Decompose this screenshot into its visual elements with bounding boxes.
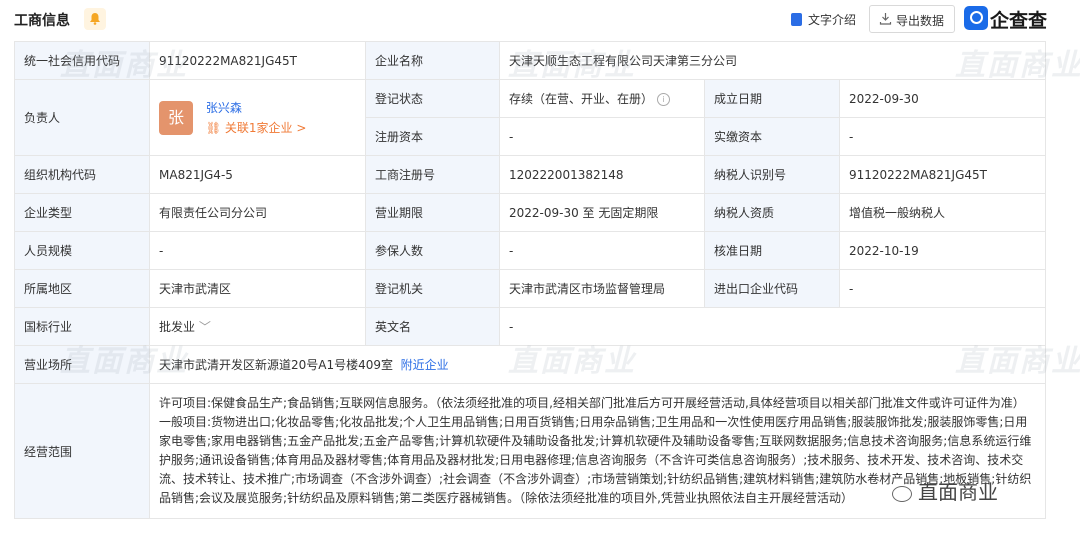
section-header: 工商信息 文字介绍 导出数据 企查查 <box>0 0 1080 40</box>
label-reg-number: 工商注册号 <box>365 155 500 194</box>
section-title: 工商信息 <box>14 13 70 29</box>
info-icon[interactable]: i <box>657 93 671 106</box>
value-found-date: 2022-09-30 <box>838 79 1047 118</box>
value-company-type: 有限责任公司分公司 <box>149 193 366 232</box>
label-english-name: 英文名 <box>365 307 500 346</box>
label-reg-authority: 登记机关 <box>365 269 500 308</box>
reg-status-text: 存续（在营、开业、在册） <box>509 92 654 106</box>
value-staff-size: - <box>149 231 366 270</box>
export-data-label: 导出数据 <box>896 14 945 28</box>
value-region: 天津市武清区 <box>149 269 366 308</box>
value-reg-authority: 天津市武清区市场监督管理局 <box>499 269 705 308</box>
address-text: 天津市武清开发区新源道20号A1号楼409室 <box>159 358 394 372</box>
label-address: 营业场所 <box>14 345 150 384</box>
value-approval-date: 2022-10-19 <box>838 231 1047 270</box>
label-legal-person: 负责人 <box>14 79 150 156</box>
value-company-name: 天津天顺生态工程有限公司天津第三分公司 <box>498 41 1047 80</box>
logo-text: 企查查 <box>990 10 1048 32</box>
value-taxpayer-qual: 增值税一般纳税人 <box>838 193 1047 232</box>
label-found-date: 成立日期 <box>704 79 840 118</box>
label-import-code: 进出口企业代码 <box>704 269 840 308</box>
label-industry: 国标行业 <box>14 307 150 346</box>
wechat-icon <box>892 485 912 502</box>
label-taxpayer-qual: 纳税人资质 <box>704 193 840 232</box>
logo-icon <box>964 6 988 30</box>
document-icon <box>791 13 802 26</box>
download-icon <box>879 13 892 25</box>
label-business-term: 营业期限 <box>365 193 500 232</box>
table-row: 人员规模 - 参保人数 - 核准日期 2022-10-19 <box>14 231 1047 270</box>
label-reg-capital: 注册资本 <box>365 117 500 156</box>
text-intro-link[interactable]: 文字介绍 <box>808 11 856 28</box>
export-data-button[interactable]: 导出数据 <box>869 5 955 33</box>
table-row: 组织机构代码 MA821JG4-5 工商注册号 120222001382148 … <box>14 155 1047 194</box>
related-companies-link[interactable]: ⛓ 关联1家企业 > <box>206 121 307 135</box>
label-org-code: 组织机构代码 <box>14 155 150 194</box>
label-staff-size: 人员规模 <box>14 231 150 270</box>
wechat-watermark-text: 直面商业 <box>918 480 998 504</box>
table-row: 国标行业 批发业 ﹀ 英文名 - <box>14 307 1047 346</box>
value-paid-capital: - <box>838 117 1047 156</box>
value-org-code: MA821JG4-5 <box>149 155 366 194</box>
related-companies-label: 关联1家企业 > <box>224 120 307 135</box>
label-credit-code: 统一社会信用代码 <box>14 41 150 80</box>
label-company-name: 企业名称 <box>365 41 500 80</box>
label-paid-capital: 实缴资本 <box>704 117 840 156</box>
label-insured: 参保人数 <box>365 231 500 270</box>
value-address: 天津市武清开发区新源道20号A1号楼409室 附近企业 <box>148 345 1047 384</box>
value-reg-status: 存续（在营、开业、在册） i <box>499 79 705 118</box>
nearby-companies-link[interactable]: 附近企业 <box>401 358 449 372</box>
value-credit-code: 91120222MA821JG45T <box>149 41 366 80</box>
value-taxpayer-id: 91120222MA821JG45T <box>838 155 1047 194</box>
label-reg-status: 登记状态 <box>365 79 500 118</box>
person-name-link[interactable]: 张兴森 <box>206 101 242 115</box>
chevron-down-icon: ﹀ <box>198 320 211 334</box>
value-insured: - <box>499 231 705 270</box>
table-row: 统一社会信用代码 91120222MA821JG45T 企业名称 天津天顺生态工… <box>14 41 1047 80</box>
wechat-watermark: 直面商业 <box>892 476 998 505</box>
value-business-term: 2022-09-30 至 无固定期限 <box>499 193 705 232</box>
table-row: 所属地区 天津市武清区 登记机关 天津市武清区市场监督管理局 进出口企业代码 - <box>14 269 1047 308</box>
table-row: 负责人 张 张兴森 ⛓ 关联1家企业 > 登记状态 存续（在营、开业、在册） i … <box>14 79 1047 156</box>
table-row: 营业场所 天津市武清开发区新源道20号A1号楼409室 附近企业 <box>14 345 1047 384</box>
label-company-type: 企业类型 <box>14 193 150 232</box>
value-reg-capital: - <box>499 117 705 156</box>
bell-icon[interactable] <box>84 8 106 30</box>
label-region: 所属地区 <box>14 269 150 308</box>
value-industry[interactable]: 批发业 ﹀ <box>149 307 366 346</box>
industry-text: 批发业 <box>159 320 196 334</box>
label-business-scope: 经营范围 <box>14 383 150 519</box>
value-import-code: - <box>838 269 1047 308</box>
value-legal-person: 张 张兴森 ⛓ 关联1家企业 > <box>149 79 366 156</box>
table-row: 经营范围 许可项目:保健食品生产;食品销售;互联网信息服务。（依法须经批准的项目… <box>14 383 1047 519</box>
value-english-name: - <box>498 307 1047 346</box>
table-row: 企业类型 有限责任公司分公司 营业期限 2022-09-30 至 无固定期限 纳… <box>14 193 1047 232</box>
label-taxpayer-id: 纳税人识别号 <box>704 155 840 194</box>
avatar: 张 <box>159 100 193 135</box>
label-approval-date: 核准日期 <box>704 231 840 270</box>
business-info-table: 统一社会信用代码 91120222MA821JG45T 企业名称 天津天顺生态工… <box>14 41 1047 519</box>
value-reg-number: 120222001382148 <box>499 155 705 194</box>
